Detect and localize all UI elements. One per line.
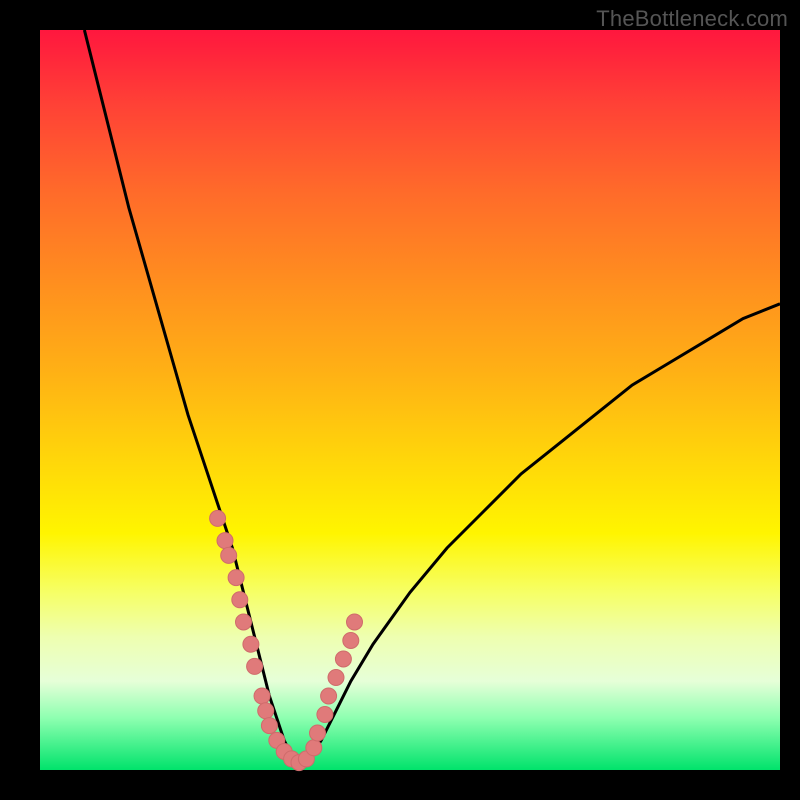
chart-root: TheBottleneck.com bbox=[0, 0, 800, 800]
bottleneck-curve-left bbox=[84, 30, 299, 763]
plot-background-gradient bbox=[40, 30, 780, 770]
marker-point bbox=[347, 614, 363, 630]
marker-point bbox=[335, 651, 351, 667]
marker-point bbox=[310, 725, 326, 741]
bottleneck-curve-right bbox=[299, 304, 780, 763]
watermark-text: TheBottleneck.com bbox=[596, 6, 788, 32]
marker-point bbox=[243, 636, 259, 652]
marker-point bbox=[317, 707, 333, 723]
marker-point bbox=[258, 703, 274, 719]
marker-point bbox=[247, 658, 263, 674]
marker-point bbox=[306, 740, 322, 756]
marker-point bbox=[343, 633, 359, 649]
marker-point bbox=[217, 533, 233, 549]
marker-point bbox=[210, 510, 226, 526]
marker-point bbox=[232, 592, 248, 608]
marker-point bbox=[221, 547, 237, 563]
marker-point bbox=[228, 570, 244, 586]
chart-svg bbox=[40, 30, 780, 770]
highlighted-hardware-points bbox=[210, 510, 363, 770]
marker-point bbox=[321, 688, 337, 704]
marker-point bbox=[254, 688, 270, 704]
marker-point bbox=[236, 614, 252, 630]
marker-point bbox=[328, 670, 344, 686]
marker-point bbox=[261, 718, 277, 734]
